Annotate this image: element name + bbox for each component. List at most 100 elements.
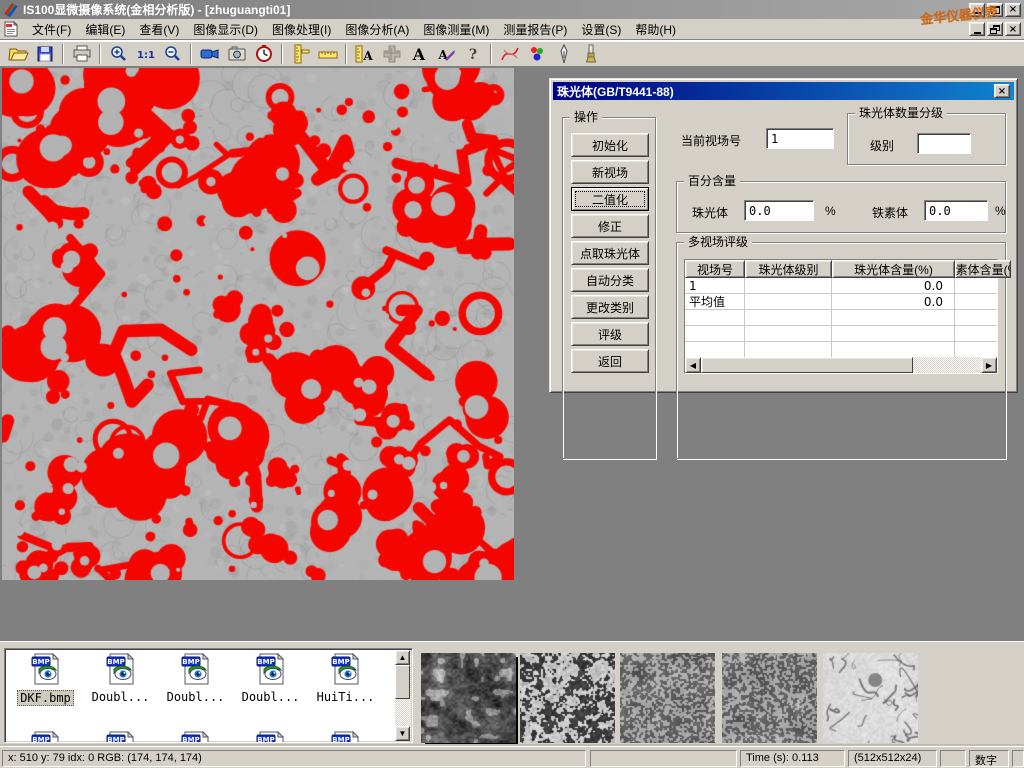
measure-text-icon-button[interactable]: A bbox=[352, 43, 377, 65]
scroll-left-button[interactable]: ◀ bbox=[685, 357, 701, 373]
file-scroll-thumb[interactable] bbox=[395, 665, 410, 699]
table-header-2[interactable]: 珠光体含量(%) bbox=[832, 260, 955, 278]
op-button-1[interactable]: 新视场 bbox=[571, 160, 649, 184]
print-icon-button[interactable] bbox=[69, 43, 94, 65]
op-button-7[interactable]: 评级 bbox=[571, 322, 649, 346]
timer-icon bbox=[253, 44, 275, 64]
table-header-0[interactable]: 视场号 bbox=[685, 260, 745, 278]
close-button[interactable]: × bbox=[1005, 3, 1021, 17]
op-button-4[interactable]: 点取珠光体 bbox=[571, 241, 649, 265]
window-title: IS100显微摄像系统(金相分析版) - [zhuguangti01] bbox=[23, 1, 290, 18]
table-body[interactable]: 1 0.0 平均值 0.0 bbox=[685, 278, 997, 357]
menu-item-4[interactable]: 图像处理(I) bbox=[265, 19, 338, 40]
file-browser[interactable]: ▲ ▼ BMPDKF.bmpBMPDoubl...BMPDoubl...BMPD… bbox=[4, 648, 413, 743]
dialog-close-button[interactable]: × bbox=[994, 84, 1010, 98]
file-item-2[interactable]: BMPDoubl... bbox=[158, 653, 233, 704]
thumbnail-3[interactable] bbox=[620, 653, 715, 743]
op-button-5[interactable]: 自动分类 bbox=[571, 268, 649, 292]
dialog-title-bar[interactable]: 珠光体(GB/T9441-88) × bbox=[553, 82, 1014, 100]
thumbnail-1[interactable] bbox=[421, 653, 516, 743]
file-list-scrollbar[interactable]: ▲ ▼ bbox=[395, 650, 411, 741]
op-button-8[interactable]: 返回 bbox=[571, 349, 649, 373]
svg-text:1:1: 1:1 bbox=[137, 50, 155, 61]
menu-item-5[interactable]: 图像分析(A) bbox=[338, 19, 416, 40]
op-button-0[interactable]: 初始化 bbox=[571, 133, 649, 157]
timer-icon-button[interactable] bbox=[251, 43, 276, 65]
thumbnail-4[interactable] bbox=[722, 653, 817, 743]
menu-item-7[interactable]: 测量报告(P) bbox=[496, 19, 574, 40]
menu-item-9[interactable]: 帮助(H) bbox=[628, 19, 683, 40]
thumbnail-5[interactable] bbox=[823, 653, 918, 743]
spline-tool-icon-button[interactable] bbox=[497, 43, 522, 65]
multi-field-table[interactable]: 视场号珠光体级别珠光体含量(%)铁素体含量(%) 10.0平均值0.0 ◀ ▶ bbox=[684, 259, 998, 374]
file-item-partial-4[interactable]: BMP bbox=[308, 731, 383, 743]
op-button-6[interactable]: 更改类别 bbox=[571, 295, 649, 319]
menu-item-6[interactable]: 图像测量(M) bbox=[416, 19, 496, 40]
menu-item-0[interactable]: 文件(F) bbox=[25, 19, 78, 40]
grade-input[interactable] bbox=[917, 133, 971, 154]
status-panel-6 bbox=[1012, 750, 1024, 767]
table-cell-0-0[interactable]: 1 bbox=[685, 278, 737, 294]
specimen-image-canvas[interactable] bbox=[2, 68, 514, 580]
mdi-close-button[interactable]: × bbox=[1005, 22, 1021, 36]
op-button-3[interactable]: 修正 bbox=[571, 214, 649, 238]
file-item-1[interactable]: BMPDoubl... bbox=[83, 653, 158, 704]
video-camera-icon bbox=[199, 44, 221, 64]
zoom-out-icon-button[interactable] bbox=[160, 43, 185, 65]
brush-tool-icon-button[interactable] bbox=[578, 43, 603, 65]
table-header-1[interactable]: 珠光体级别 bbox=[745, 260, 832, 278]
photo-camera-icon-button[interactable] bbox=[224, 43, 249, 65]
status-panel-2: Time (s): 0.113 bbox=[740, 750, 845, 767]
scroll-thumb[interactable] bbox=[701, 357, 913, 373]
menu-item-3[interactable]: 图像显示(D) bbox=[186, 19, 265, 40]
particle-classify-icon-button[interactable] bbox=[524, 43, 549, 65]
svg-text:BMP: BMP bbox=[332, 736, 349, 743]
file-item-3[interactable]: BMPDoubl... bbox=[233, 653, 308, 704]
open-icon-button[interactable] bbox=[5, 43, 30, 65]
file-scroll-down-button[interactable]: ▼ bbox=[395, 726, 410, 741]
zoom-in-icon-button[interactable] bbox=[106, 43, 131, 65]
minimize-button[interactable] bbox=[969, 3, 985, 17]
op-button-2[interactable]: 二值化 bbox=[571, 187, 649, 211]
table-header-3[interactable]: 铁素体含量(%) bbox=[955, 260, 1011, 278]
file-item-4[interactable]: BMPHuiTi... bbox=[308, 653, 383, 704]
maximize-button[interactable] bbox=[987, 3, 1003, 17]
ruler-icon-button[interactable] bbox=[315, 43, 340, 65]
file-item-partial-0[interactable]: BMP bbox=[8, 731, 83, 743]
bmp-file-icon: BMP bbox=[233, 731, 308, 743]
mdi-minimize-button[interactable] bbox=[969, 22, 985, 36]
menu-item-2[interactable]: 查看(V) bbox=[132, 19, 186, 40]
scroll-right-button[interactable]: ▶ bbox=[981, 357, 997, 373]
save-icon-button[interactable] bbox=[32, 43, 57, 65]
file-item-partial-1[interactable]: BMP bbox=[83, 731, 158, 743]
pen-tool-icon-button[interactable] bbox=[551, 43, 576, 65]
actual-size-icon-button[interactable]: 1:1 bbox=[133, 43, 158, 65]
table-cell-0-2[interactable]: 0.0 bbox=[832, 278, 947, 294]
help-icon-button[interactable]: ? bbox=[460, 43, 485, 65]
caliper-icon bbox=[290, 44, 312, 64]
merge-tool-icon-button[interactable] bbox=[379, 43, 404, 65]
ferrite-percent-input[interactable] bbox=[924, 200, 988, 221]
mdi-restore-button[interactable] bbox=[987, 22, 1003, 36]
file-scroll-up-button[interactable]: ▲ bbox=[395, 650, 410, 665]
svg-text:BMP: BMP bbox=[182, 736, 199, 743]
table-cell-1-0[interactable]: 平均值 bbox=[685, 294, 737, 310]
table-h-scrollbar[interactable]: ◀ ▶ bbox=[685, 357, 997, 373]
menu-item-8[interactable]: 设置(S) bbox=[574, 19, 628, 40]
toolbar-separator bbox=[62, 44, 64, 64]
bmp-file-icon: BMP bbox=[308, 731, 383, 743]
caliper-icon-button[interactable] bbox=[288, 43, 313, 65]
text-label-icon-button[interactable]: A bbox=[406, 43, 431, 65]
video-camera-icon-button[interactable] bbox=[197, 43, 222, 65]
table-cell-1-2[interactable]: 0.0 bbox=[832, 294, 947, 310]
menu-item-1[interactable]: 编辑(E) bbox=[78, 19, 132, 40]
file-item-partial-3[interactable]: BMP bbox=[233, 731, 308, 743]
file-item-0[interactable]: BMPDKF.bmp bbox=[8, 653, 83, 706]
annotate-icon: A bbox=[435, 44, 457, 64]
pearlite-percent-input[interactable] bbox=[744, 200, 814, 221]
annotate-icon-button[interactable]: A bbox=[433, 43, 458, 65]
thumbnail-2[interactable] bbox=[520, 653, 615, 743]
file-item-partial-2[interactable]: BMP bbox=[158, 731, 233, 743]
current-field-input[interactable] bbox=[766, 128, 834, 149]
bmp-file-icon: BMP bbox=[8, 653, 83, 688]
